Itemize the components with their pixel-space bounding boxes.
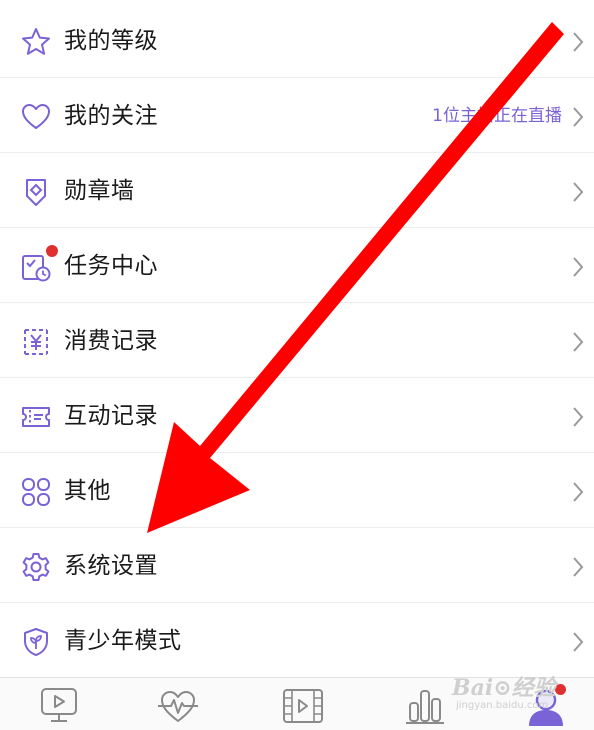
- task-clock-icon: [20, 251, 52, 283]
- baidu-jingyan-watermark: Bai⊙经验 jingyan.baidu.com: [452, 670, 594, 720]
- chevron-right-icon: [570, 630, 586, 654]
- menu-item-interaction-record[interactable]: 互动记录: [0, 379, 594, 453]
- chevron-right-icon: [570, 30, 586, 54]
- yen-receipt-icon: [20, 326, 52, 358]
- menu-item-task-center[interactable]: 任务中心: [0, 229, 594, 303]
- menu-item-label: 勋章墙: [64, 178, 135, 204]
- menu-item-label: 系统设置: [64, 553, 158, 579]
- chevron-right-icon: [570, 255, 586, 279]
- menu-item-label: 消费记录: [64, 328, 158, 354]
- bar-chart-icon: [406, 690, 444, 724]
- menu-item-medal-wall[interactable]: 勋章墙: [0, 154, 594, 228]
- chevron-right-icon: [570, 555, 586, 579]
- watermark-url: jingyan.baidu.com: [456, 700, 549, 711]
- chevron-right-icon: [570, 480, 586, 504]
- chevron-right-icon: [570, 105, 586, 129]
- notification-badge: [46, 245, 58, 257]
- menu-item-label: 互动记录: [64, 403, 158, 429]
- menu-item-my-follows[interactable]: 我的关注 1位主播正在直播: [0, 79, 594, 153]
- menu-item-system-settings[interactable]: 系统设置: [0, 529, 594, 603]
- chevron-right-icon: [570, 405, 586, 429]
- watermark-logo: Bai⊙经验: [452, 675, 556, 701]
- menu-item-spending-record[interactable]: 消费记录: [0, 304, 594, 378]
- menu-item-youth-mode[interactable]: 青少年模式: [0, 604, 594, 678]
- menu-item-other[interactable]: 其他: [0, 454, 594, 528]
- tab-video[interactable]: [281, 686, 325, 726]
- heart-pulse-icon: [158, 691, 198, 722]
- star-icon: [20, 26, 52, 58]
- chevron-right-icon: [570, 330, 586, 354]
- menu-item-label: 任务中心: [64, 253, 158, 279]
- tab-follow[interactable]: [156, 686, 200, 726]
- play-monitor-icon: [41, 688, 77, 722]
- medal-icon: [20, 176, 52, 208]
- menu-item-label: 青少年模式: [64, 628, 182, 654]
- shield-sprout-icon: [20, 626, 52, 658]
- gear-icon: [20, 551, 52, 583]
- film-play-icon: [283, 689, 323, 723]
- menu-item-label: 其他: [64, 478, 111, 504]
- tab-live[interactable]: [37, 686, 81, 726]
- four-petal-icon: [20, 476, 52, 508]
- live-status-text: 1位主播正在直播: [432, 106, 562, 126]
- tab-ranking[interactable]: [403, 686, 447, 726]
- menu-item-my-level[interactable]: 我的等级: [0, 4, 594, 78]
- heart-icon: [20, 101, 52, 133]
- menu-item-label: 我的等级: [64, 28, 158, 54]
- ticket-icon: [20, 401, 52, 433]
- menu-item-label: 我的关注: [64, 103, 158, 129]
- chevron-right-icon: [570, 180, 586, 204]
